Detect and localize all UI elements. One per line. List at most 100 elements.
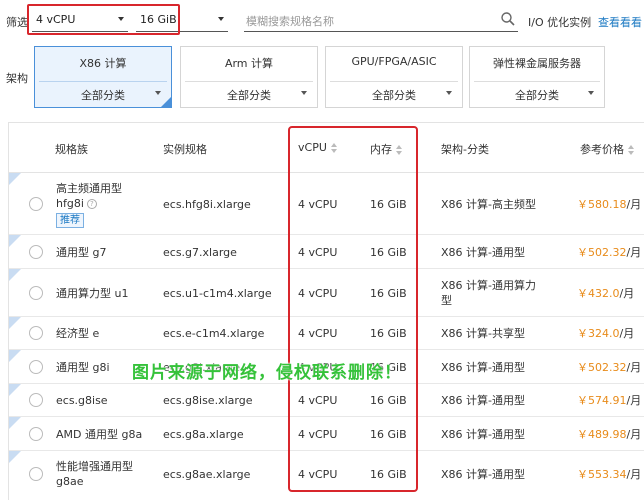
search-input[interactable]: 模糊搜索规格名称 xyxy=(244,8,518,32)
row-spec: ecs.g8ae.xlarge xyxy=(163,468,251,481)
row-family-code: hfg8i xyxy=(56,197,84,210)
arch-card-category-select[interactable]: 全部分类 xyxy=(39,81,167,103)
expand-corner-icon[interactable] xyxy=(9,451,21,463)
row-radio[interactable] xyxy=(29,326,43,340)
header-price[interactable]: 参考价格 xyxy=(580,141,635,157)
chevron-down-icon xyxy=(446,91,452,95)
row-family: 通用型 g8i xyxy=(56,361,110,374)
row-radio[interactable] xyxy=(29,393,43,407)
row-family: 通用算力型 u1 xyxy=(56,287,129,300)
row-price: ￥580.18/月 xyxy=(577,197,641,212)
row-price: ￥502.32/月 xyxy=(577,360,641,375)
arch-card-category-select[interactable]: 全部分类 xyxy=(185,81,313,103)
row-spec: ecs.g8a.xlarge xyxy=(163,428,244,441)
header-family: 规格族 xyxy=(55,143,88,156)
arch-label: 架构 xyxy=(6,72,28,85)
search-icon[interactable] xyxy=(500,11,516,27)
row-family: 通用型 g7 xyxy=(56,246,107,259)
row-price-unit: /月 xyxy=(619,327,635,340)
row-radio[interactable] xyxy=(29,286,43,300)
row-price: ￥324.0/月 xyxy=(577,326,634,341)
row-family-code: g8ae xyxy=(56,475,84,488)
chevron-down-icon xyxy=(301,91,307,95)
arch-card-category: 全部分类 xyxy=(515,89,559,102)
row-radio[interactable] xyxy=(29,360,43,374)
arch-card-title: 弹性裸金属服务器 xyxy=(493,57,581,70)
arch-card-category: 全部分类 xyxy=(81,89,125,102)
row-price-unit: /月 xyxy=(626,468,642,481)
row-radio[interactable] xyxy=(29,245,43,259)
row-radio[interactable] xyxy=(29,427,43,441)
view-link[interactable]: 查看看看 xyxy=(598,14,642,30)
row-family: 高主频通用型 hfg8i? 推荐 xyxy=(56,181,122,228)
arch-card-category-select[interactable]: 全部分类 xyxy=(330,81,458,103)
row-price-value: ￥502.32 xyxy=(577,246,627,259)
row-arch-line1: X86 计算-通用算力 xyxy=(441,279,536,292)
row-family: 性能增强通用型 g8ae xyxy=(56,459,133,489)
expand-corner-icon[interactable] xyxy=(9,417,21,429)
row-arch: X86 计算-高主频型 xyxy=(441,198,536,211)
row-price: ￥553.34/月 xyxy=(577,467,641,482)
io-optimized-label: I/O 优化实例 xyxy=(528,16,592,29)
row-price-unit: /月 xyxy=(626,361,642,374)
arch-card-bare-metal[interactable]: 弹性裸金属服务器 全部分类 xyxy=(469,46,605,108)
recommend-badge: 推荐 xyxy=(56,213,84,228)
row-arch: X86 计算-通用型 xyxy=(441,394,525,407)
expand-corner-icon[interactable] xyxy=(9,173,21,185)
row-price-unit: /月 xyxy=(626,246,642,259)
row-price-value: ￥324.0 xyxy=(577,327,620,340)
arch-card-arm[interactable]: Arm 计算 全部分类 xyxy=(180,46,318,108)
row-spec: ecs.e-c1m4.xlarge xyxy=(163,327,265,340)
expand-corner-icon[interactable] xyxy=(9,384,21,396)
row-price: ￥502.32/月 xyxy=(577,245,641,260)
expand-corner-icon[interactable] xyxy=(9,317,21,329)
row-price-value: ￥580.18 xyxy=(577,198,627,211)
arch-card-x86[interactable]: X86 计算 全部分类 xyxy=(34,46,172,108)
row-price-unit: /月 xyxy=(619,287,635,300)
row-family: ecs.g8ise xyxy=(56,394,108,407)
row-arch: X86 计算-通用算力 型 xyxy=(441,278,536,308)
row-price-value: ￥432.0 xyxy=(577,287,620,300)
row-arch: X86 计算-通用型 xyxy=(441,246,525,259)
row-radio[interactable] xyxy=(29,197,43,211)
row-price-value: ￥502.32 xyxy=(577,361,627,374)
row-family: 经济型 e xyxy=(56,327,100,340)
chevron-down-icon xyxy=(218,17,224,21)
row-price-value: ￥553.34 xyxy=(577,468,627,481)
expand-corner-icon[interactable] xyxy=(9,350,21,362)
expand-corner-icon[interactable] xyxy=(9,235,21,247)
expand-corner-icon[interactable] xyxy=(9,269,21,281)
row-arch-line2: 型 xyxy=(441,294,452,307)
filter-bar: 筛选 4 vCPU 16 GiB 模糊搜索规格名称 I/O 优化实例 查看看看 xyxy=(0,0,644,42)
filter-label: 筛选 xyxy=(6,16,28,29)
selected-corner-icon xyxy=(161,97,171,107)
row-arch: X86 计算-通用型 xyxy=(441,428,525,441)
row-spec: ecs.g7.xlarge xyxy=(163,246,237,259)
arch-card-category-select[interactable]: 全部分类 xyxy=(474,81,600,103)
arch-card-category: 全部分类 xyxy=(227,89,271,102)
watermark-text: 图片来源于网络，侵权联系删除！ xyxy=(132,363,402,383)
arch-card-category: 全部分类 xyxy=(372,89,416,102)
row-price: ￥489.98/月 xyxy=(577,427,641,442)
arch-card-title: Arm 计算 xyxy=(224,57,274,70)
row-price-unit: /月 xyxy=(626,394,642,407)
row-price-unit: /月 xyxy=(626,198,642,211)
sort-icon[interactable] xyxy=(627,145,635,155)
row-family: AMD 通用型 g8a xyxy=(56,428,143,441)
header-price-label: 参考价格 xyxy=(580,143,624,156)
search-placeholder: 模糊搜索规格名称 xyxy=(246,15,334,28)
row-family-name: 高主频通用型 xyxy=(56,182,122,195)
row-price-value: ￥489.98 xyxy=(577,428,627,441)
row-radio[interactable] xyxy=(29,467,43,481)
chevron-down-icon xyxy=(588,91,594,95)
arch-card-gpu[interactable]: GPU/FPGA/ASIC 全部分类 xyxy=(325,46,463,108)
row-arch: X86 计算-通用型 xyxy=(441,468,525,481)
chevron-down-icon xyxy=(155,91,161,95)
row-price: ￥574.91/月 xyxy=(577,393,641,408)
highlight-box xyxy=(27,4,180,35)
help-icon[interactable]: ? xyxy=(86,199,97,209)
header-spec: 实例规格 xyxy=(163,143,207,156)
row-family-name: 性能增强通用型 xyxy=(56,460,133,473)
row-spec: ecs.g8ise.xlarge xyxy=(163,394,253,407)
arch-card-title: X86 计算 xyxy=(79,57,127,70)
